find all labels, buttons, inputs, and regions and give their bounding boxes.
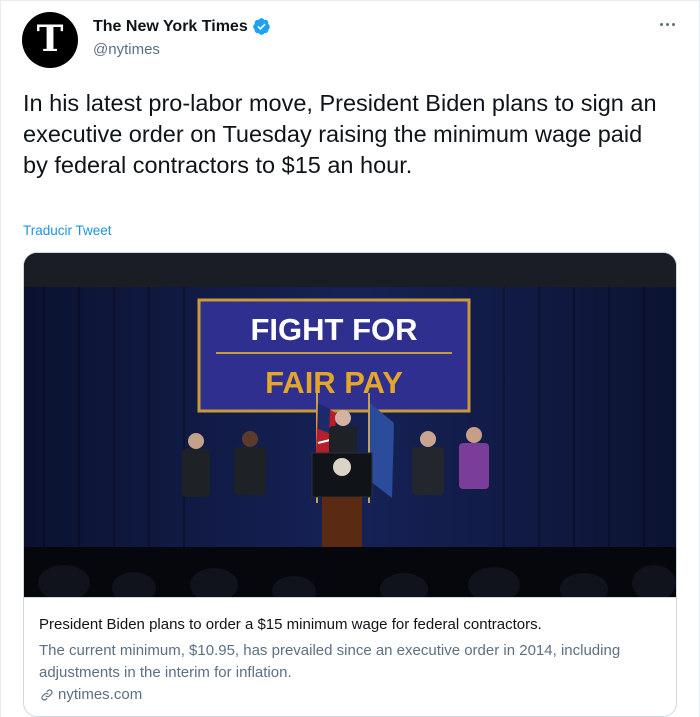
card-details[interactable]: President Biden plans to order a $15 min…: [24, 597, 676, 716]
avatar-logo: T: [36, 18, 64, 60]
dot: [665, 22, 669, 26]
dot: [671, 22, 675, 26]
card-image[interactable]: FIGHT FOR FAIR PAY: [24, 253, 676, 597]
translate-tweet-link[interactable]: Traducir Tweet: [23, 223, 112, 238]
card-description: The current minimum, $10.95, has prevail…: [39, 642, 621, 681]
more-options-icon[interactable]: [656, 16, 678, 32]
banner-line-1: FIGHT FOR: [250, 312, 417, 347]
top-divider: [0, 0, 700, 1]
display-name[interactable]: The New York Times: [93, 18, 248, 36]
card-title: President Biden plans to order a $15 min…: [39, 616, 542, 633]
card-domain: nytimes.com: [39, 686, 142, 703]
dot: [659, 22, 663, 26]
avatar[interactable]: T: [22, 12, 78, 68]
link-icon: [41, 688, 53, 701]
link-card[interactable]: FIGHT FOR FAIR PAY President Biden plans…: [23, 252, 677, 717]
verified-badge-icon: [252, 18, 270, 35]
left-divider: [0, 0, 1, 717]
banner-line-2: FAIR PAY: [265, 365, 403, 400]
tweet-text: In his latest pro-labor move, President …: [23, 90, 657, 178]
handle[interactable]: @nytimes: [93, 41, 160, 58]
event-photo: FIGHT FOR FAIR PAY: [24, 253, 676, 597]
tweet-container: T The New York Times @nytimes In his lat…: [0, 0, 700, 717]
card-domain-text[interactable]: nytimes.com: [58, 686, 142, 703]
author-name-row[interactable]: The New York Times: [93, 17, 271, 36]
